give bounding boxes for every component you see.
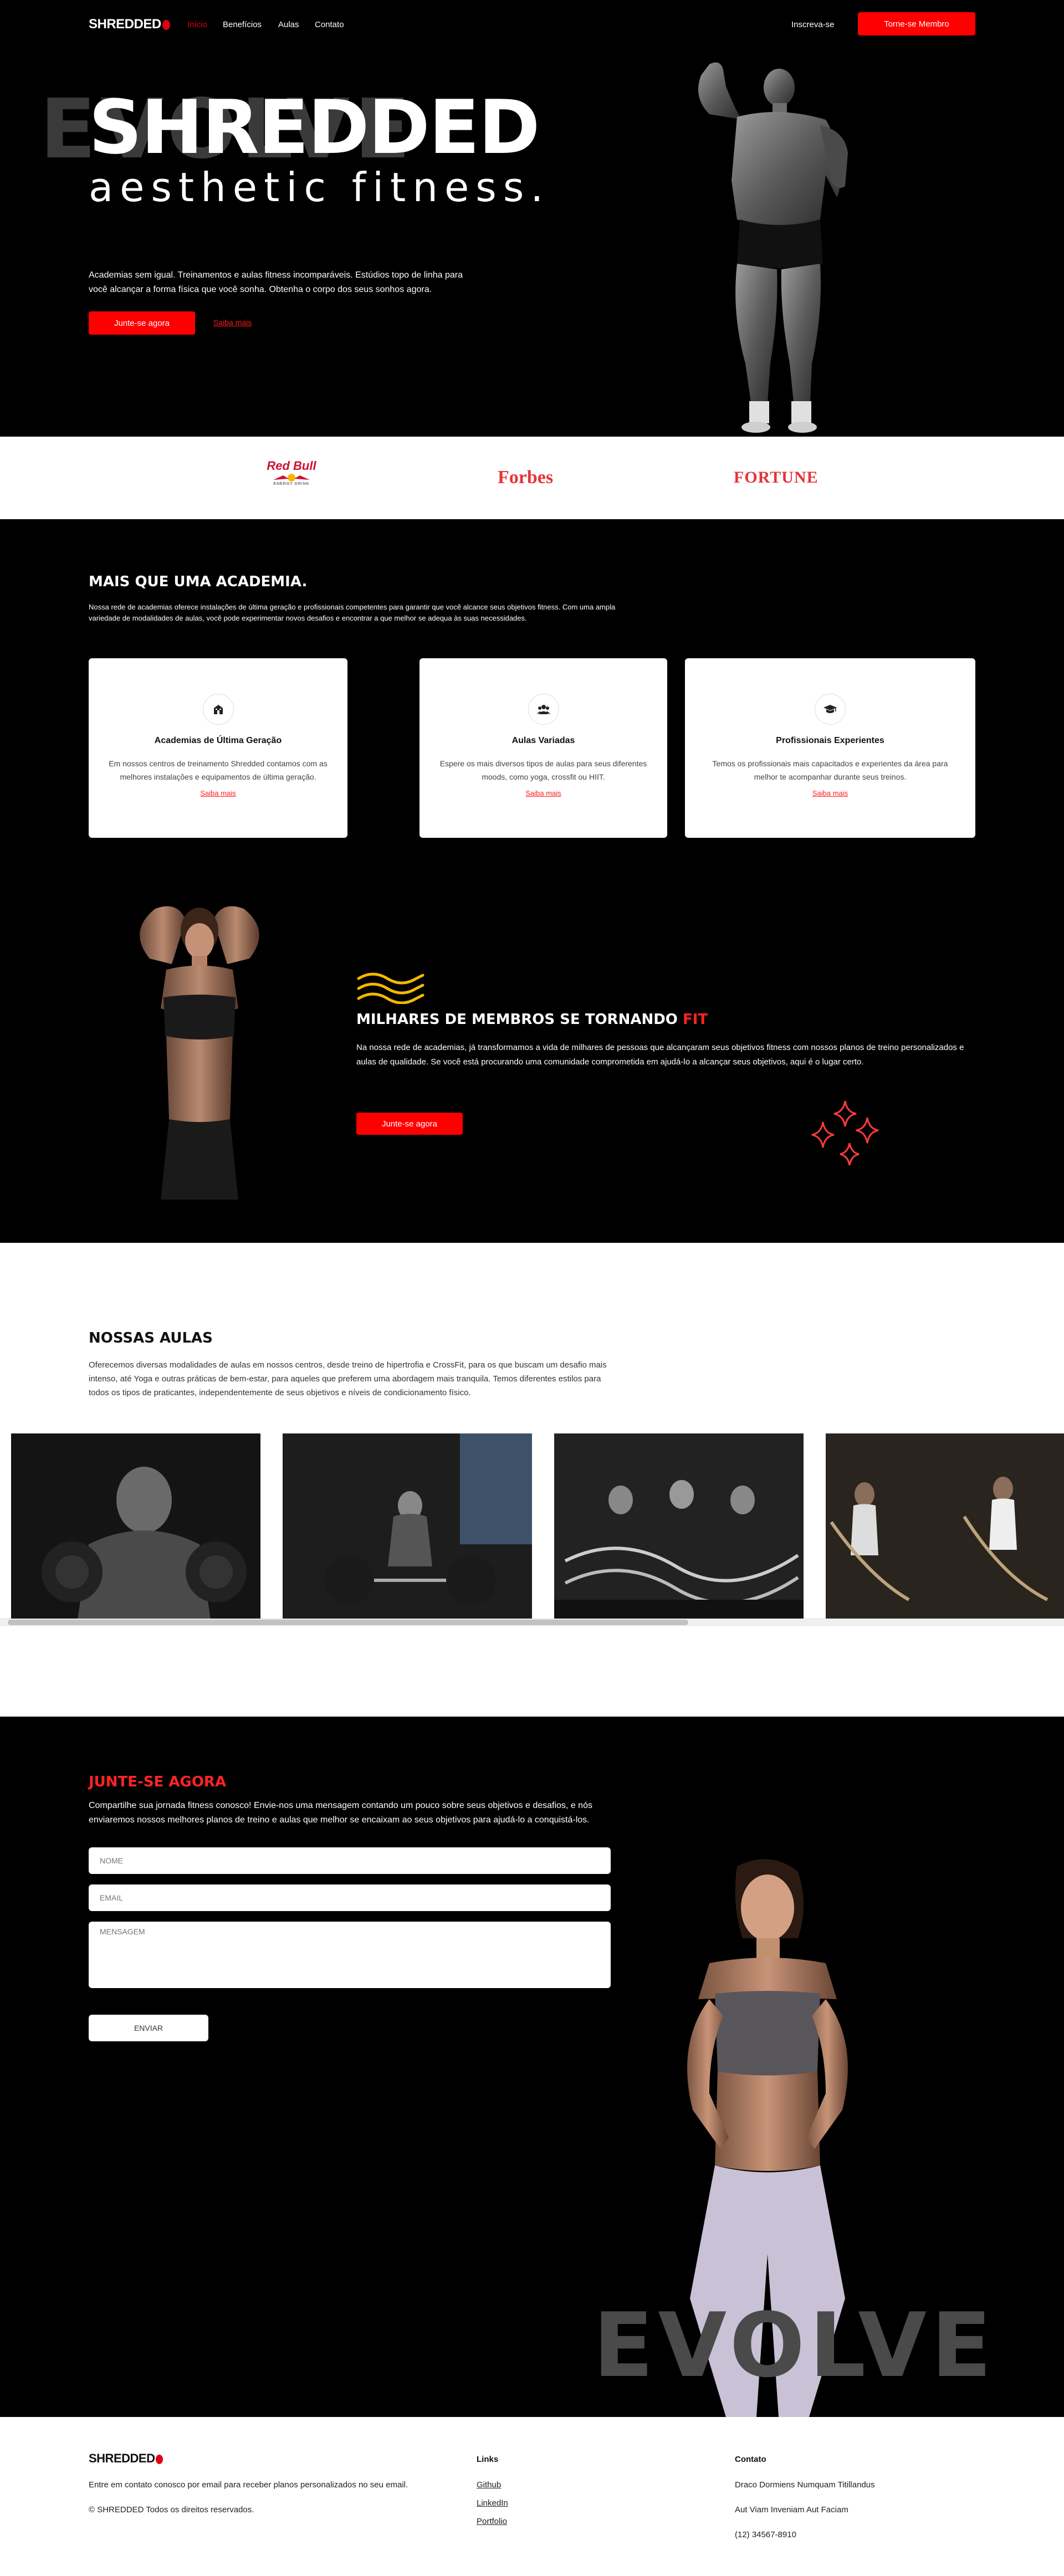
footer-contact-line: Draco Dormiens Numquam Titillandus xyxy=(735,2480,875,2490)
dumbbells-photo xyxy=(11,1433,260,1620)
hero-section: EVOLVE SHREDDED aesthetic fitness. Acade… xyxy=(0,49,1064,437)
feature-card-professionals: Profissionais Experientes Temos os profi… xyxy=(685,658,975,838)
footer-links-title: Links xyxy=(477,2455,499,2464)
footer-link-github[interactable]: Github xyxy=(477,2480,501,2490)
footer-link-linkedin[interactable]: LinkedIn xyxy=(477,2498,508,2508)
classes-description: Oferecemos diversas modalidades de aulas… xyxy=(89,1360,607,1397)
deadlift-photo xyxy=(283,1433,532,1620)
members-join-button[interactable]: Junte-se agora xyxy=(356,1113,463,1135)
logo-dot xyxy=(162,19,170,30)
redbull-bulls-icon xyxy=(273,474,310,482)
join-bg-word: EVOLVE xyxy=(593,2293,996,2397)
feature-card-desc: Em nossos centros de treinamento Shredde… xyxy=(109,759,328,781)
fitness-woman-image xyxy=(140,906,259,1200)
ropes-gym-photo xyxy=(826,1433,1064,1620)
footer-logo[interactable]: SHREDDED xyxy=(89,2451,163,2466)
fortune-logo: FORTUNE xyxy=(734,468,819,486)
hero-subtitle: aesthetic fitness. xyxy=(89,164,550,211)
building-icon xyxy=(202,694,234,725)
footer-tagline: Entre em contato conosco por email para … xyxy=(89,2480,408,2490)
forbes-logo: Forbes xyxy=(498,467,554,488)
hero-more-link[interactable]: Saiba mais xyxy=(213,318,252,327)
classes-section: NOSSAS AULAS Oferecemos diversas modalid… xyxy=(0,1243,1064,1717)
wave-lines-icon xyxy=(357,972,424,1004)
class-photo-ropes-gym[interactable] xyxy=(826,1433,1064,1620)
footer-link-portfolio[interactable]: Portfolio xyxy=(477,2517,507,2526)
class-photo-battle-ropes[interactable] xyxy=(554,1433,804,1620)
class-photo-dumbbells[interactable] xyxy=(11,1433,260,1620)
nav-link-aulas[interactable]: Aulas xyxy=(278,20,299,29)
feature-card-desc: Temos os profissionais mais capacitados … xyxy=(712,759,948,781)
features-description: Nossa rede de academias oferece instalaç… xyxy=(89,603,616,622)
feature-card-title: Profissionais Experientes xyxy=(776,736,884,745)
logo-text: SHREDDED xyxy=(89,17,161,32)
battle-ropes-photo xyxy=(554,1433,804,1620)
features-title: MAIS QUE UMA ACADEMIA. xyxy=(89,573,308,590)
redbull-logo: Red Bull ENERGY DRINK xyxy=(266,459,317,492)
classes-scrollbar-thumb[interactable] xyxy=(8,1620,688,1625)
graduation-cap-icon xyxy=(815,694,846,725)
footer-logo-text: SHREDDED xyxy=(89,2451,155,2465)
nav-link-beneficios[interactable]: Benefícios xyxy=(223,20,262,29)
feature-card-more-link[interactable]: Saiba mais xyxy=(420,789,667,797)
nav-link-contato[interactable]: Contato xyxy=(315,20,344,29)
class-photo-deadlift[interactable] xyxy=(283,1433,532,1620)
members-title-text: MILHARES DE MEMBROS SE TORNANDO xyxy=(356,1011,683,1028)
classes-title: NOSSAS AULAS xyxy=(89,1330,213,1346)
members-title-accent: FIT xyxy=(682,1011,708,1028)
feature-card-more-link[interactable]: Saiba mais xyxy=(685,789,975,797)
footer-copyright: © SHREDDED Todos os direitos reservados. xyxy=(89,2505,254,2514)
join-title: JUNTE-SE AGORA xyxy=(89,1774,227,1790)
feature-card-more-link[interactable]: Saiba mais xyxy=(89,789,347,797)
feature-card-classes: Aulas Variadas Espere os mais diversos t… xyxy=(420,658,667,838)
submit-button[interactable]: ENVIAR xyxy=(89,2015,208,2041)
feature-card-title: Academias de Última Geração xyxy=(154,736,282,745)
top-navbar: SHREDDED Início Benefícios Aulas Contato… xyxy=(0,0,1064,49)
footer-contact-phone: (12) 34567-8910 xyxy=(735,2530,796,2539)
logo[interactable]: SHREDDED xyxy=(89,17,170,32)
name-field[interactable] xyxy=(89,1847,611,1874)
group-icon xyxy=(528,694,559,725)
hero-title: SHREDDED xyxy=(89,84,540,171)
feature-card-title: Aulas Variadas xyxy=(511,736,575,745)
hero-description: Academias sem igual. Treinamentos e aula… xyxy=(89,270,463,294)
bodybuilder-image xyxy=(698,62,848,433)
footer: SHREDDED Entre em contato conosco por em… xyxy=(0,2417,1064,2576)
redbull-subtext: ENERGY DRINK xyxy=(273,482,310,486)
members-description: Na nossa rede de academias, já transform… xyxy=(356,1043,964,1067)
redbull-logo-text: Red Bull xyxy=(267,459,316,473)
join-description: Compartilhe sua jornada fitness conosco!… xyxy=(89,1801,592,1825)
members-title: MILHARES DE MEMBROS SE TORNANDO FIT xyxy=(356,1011,708,1028)
message-field[interactable] xyxy=(89,1922,611,1988)
join-section: JUNTE-SE AGORA Compartilhe sua jornada f… xyxy=(0,1717,1064,2417)
feature-card-desc: Espere os mais diversos tipos de aulas p… xyxy=(439,759,647,781)
feature-card-facilities: Academias de Última Geração Em nossos ce… xyxy=(89,658,347,838)
footer-logo-dot xyxy=(156,2454,163,2464)
sparkles-icon xyxy=(811,1100,879,1166)
footer-contact-title: Contato xyxy=(735,2455,766,2464)
become-member-button[interactable]: Torne-se Membro xyxy=(858,12,975,35)
footer-contact-line: Aut Viam Inveniam Aut Faciam xyxy=(735,2505,848,2514)
email-field[interactable] xyxy=(89,1884,611,1911)
signup-link[interactable]: Inscreva-se xyxy=(791,20,835,29)
nav-link-inicio[interactable]: Início xyxy=(187,20,207,29)
brands-strip: Red Bull ENERGY DRINK Forbes FORTUNE xyxy=(0,437,1064,519)
hero-join-button[interactable]: Junte-se agora xyxy=(89,311,195,335)
